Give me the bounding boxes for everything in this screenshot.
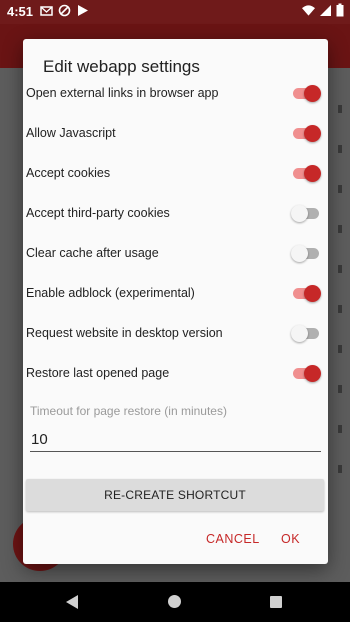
- setting-row-desktop-version[interactable]: Request website in desktop version: [23, 319, 328, 349]
- list-item-marker: [338, 385, 342, 393]
- list-item-marker: [338, 425, 342, 433]
- setting-row-cookies[interactable]: Accept cookies: [23, 159, 328, 189]
- ok-button[interactable]: OK: [281, 527, 300, 551]
- screen: 4:51 Edit webapp settings Open external …: [0, 0, 350, 622]
- setting-row-third-party-cookies[interactable]: Accept third-party cookies: [23, 199, 328, 229]
- list-item-marker: [338, 105, 342, 113]
- status-icons-left: [40, 4, 89, 17]
- setting-label: Request website in desktop version: [26, 326, 223, 340]
- setting-label: Accept cookies: [26, 166, 111, 180]
- setting-label: Open external links in browser app: [26, 86, 219, 100]
- setting-label: Clear cache after usage: [26, 246, 159, 260]
- toggle-switch[interactable]: [293, 365, 321, 382]
- signal-icon: [320, 4, 331, 16]
- back-icon[interactable]: [66, 595, 78, 609]
- setting-label: Accept third-party cookies: [26, 206, 170, 220]
- battery-icon: [336, 3, 344, 17]
- list-item-marker: [338, 305, 342, 313]
- list-item-marker: [338, 145, 342, 153]
- recreate-shortcut-button[interactable]: RE-CREATE SHORTCUT: [26, 479, 324, 511]
- block-icon: [58, 4, 71, 17]
- list-item-marker: [338, 345, 342, 353]
- wifi-icon: [302, 4, 315, 16]
- toggle-switch[interactable]: [293, 125, 321, 142]
- navigation-bar: [0, 582, 350, 622]
- status-icons-right: [302, 3, 344, 17]
- toggle-switch[interactable]: [291, 205, 319, 222]
- status-time: 4:51: [7, 4, 34, 19]
- toggle-switch[interactable]: [291, 245, 319, 262]
- mail-icon: [40, 6, 53, 16]
- cancel-button[interactable]: CANCEL: [206, 527, 260, 551]
- timeout-label: Timeout for page restore (in minutes): [30, 404, 227, 418]
- toggle-switch[interactable]: [291, 325, 319, 342]
- list-item-marker: [338, 185, 342, 193]
- play-store-icon: [78, 5, 88, 16]
- timeout-input[interactable]: [30, 427, 321, 452]
- setting-row-adblock[interactable]: Enable adblock (experimental): [23, 279, 328, 309]
- recents-icon[interactable]: [270, 596, 282, 608]
- toggle-switch[interactable]: [293, 85, 321, 102]
- setting-row-restore-page[interactable]: Restore last opened page: [23, 359, 328, 389]
- status-bar: 4:51: [0, 0, 350, 24]
- setting-label: Restore last opened page: [26, 366, 170, 380]
- setting-row-javascript[interactable]: Allow Javascript: [23, 119, 328, 149]
- list-item-marker: [338, 225, 342, 233]
- setting-label: Enable adblock (experimental): [26, 286, 195, 300]
- list-item-marker: [338, 465, 342, 473]
- dialog-title: Edit webapp settings: [43, 57, 200, 76]
- home-icon[interactable]: [168, 595, 181, 608]
- setting-label: Allow Javascript: [26, 126, 116, 140]
- list-item-marker: [338, 265, 342, 273]
- toggle-switch[interactable]: [293, 285, 321, 302]
- toggle-switch[interactable]: [293, 165, 321, 182]
- settings-dialog: Edit webapp settings Open external links…: [23, 39, 328, 564]
- setting-row-external-links[interactable]: Open external links in browser app: [23, 79, 328, 109]
- setting-row-clear-cache[interactable]: Clear cache after usage: [23, 239, 328, 269]
